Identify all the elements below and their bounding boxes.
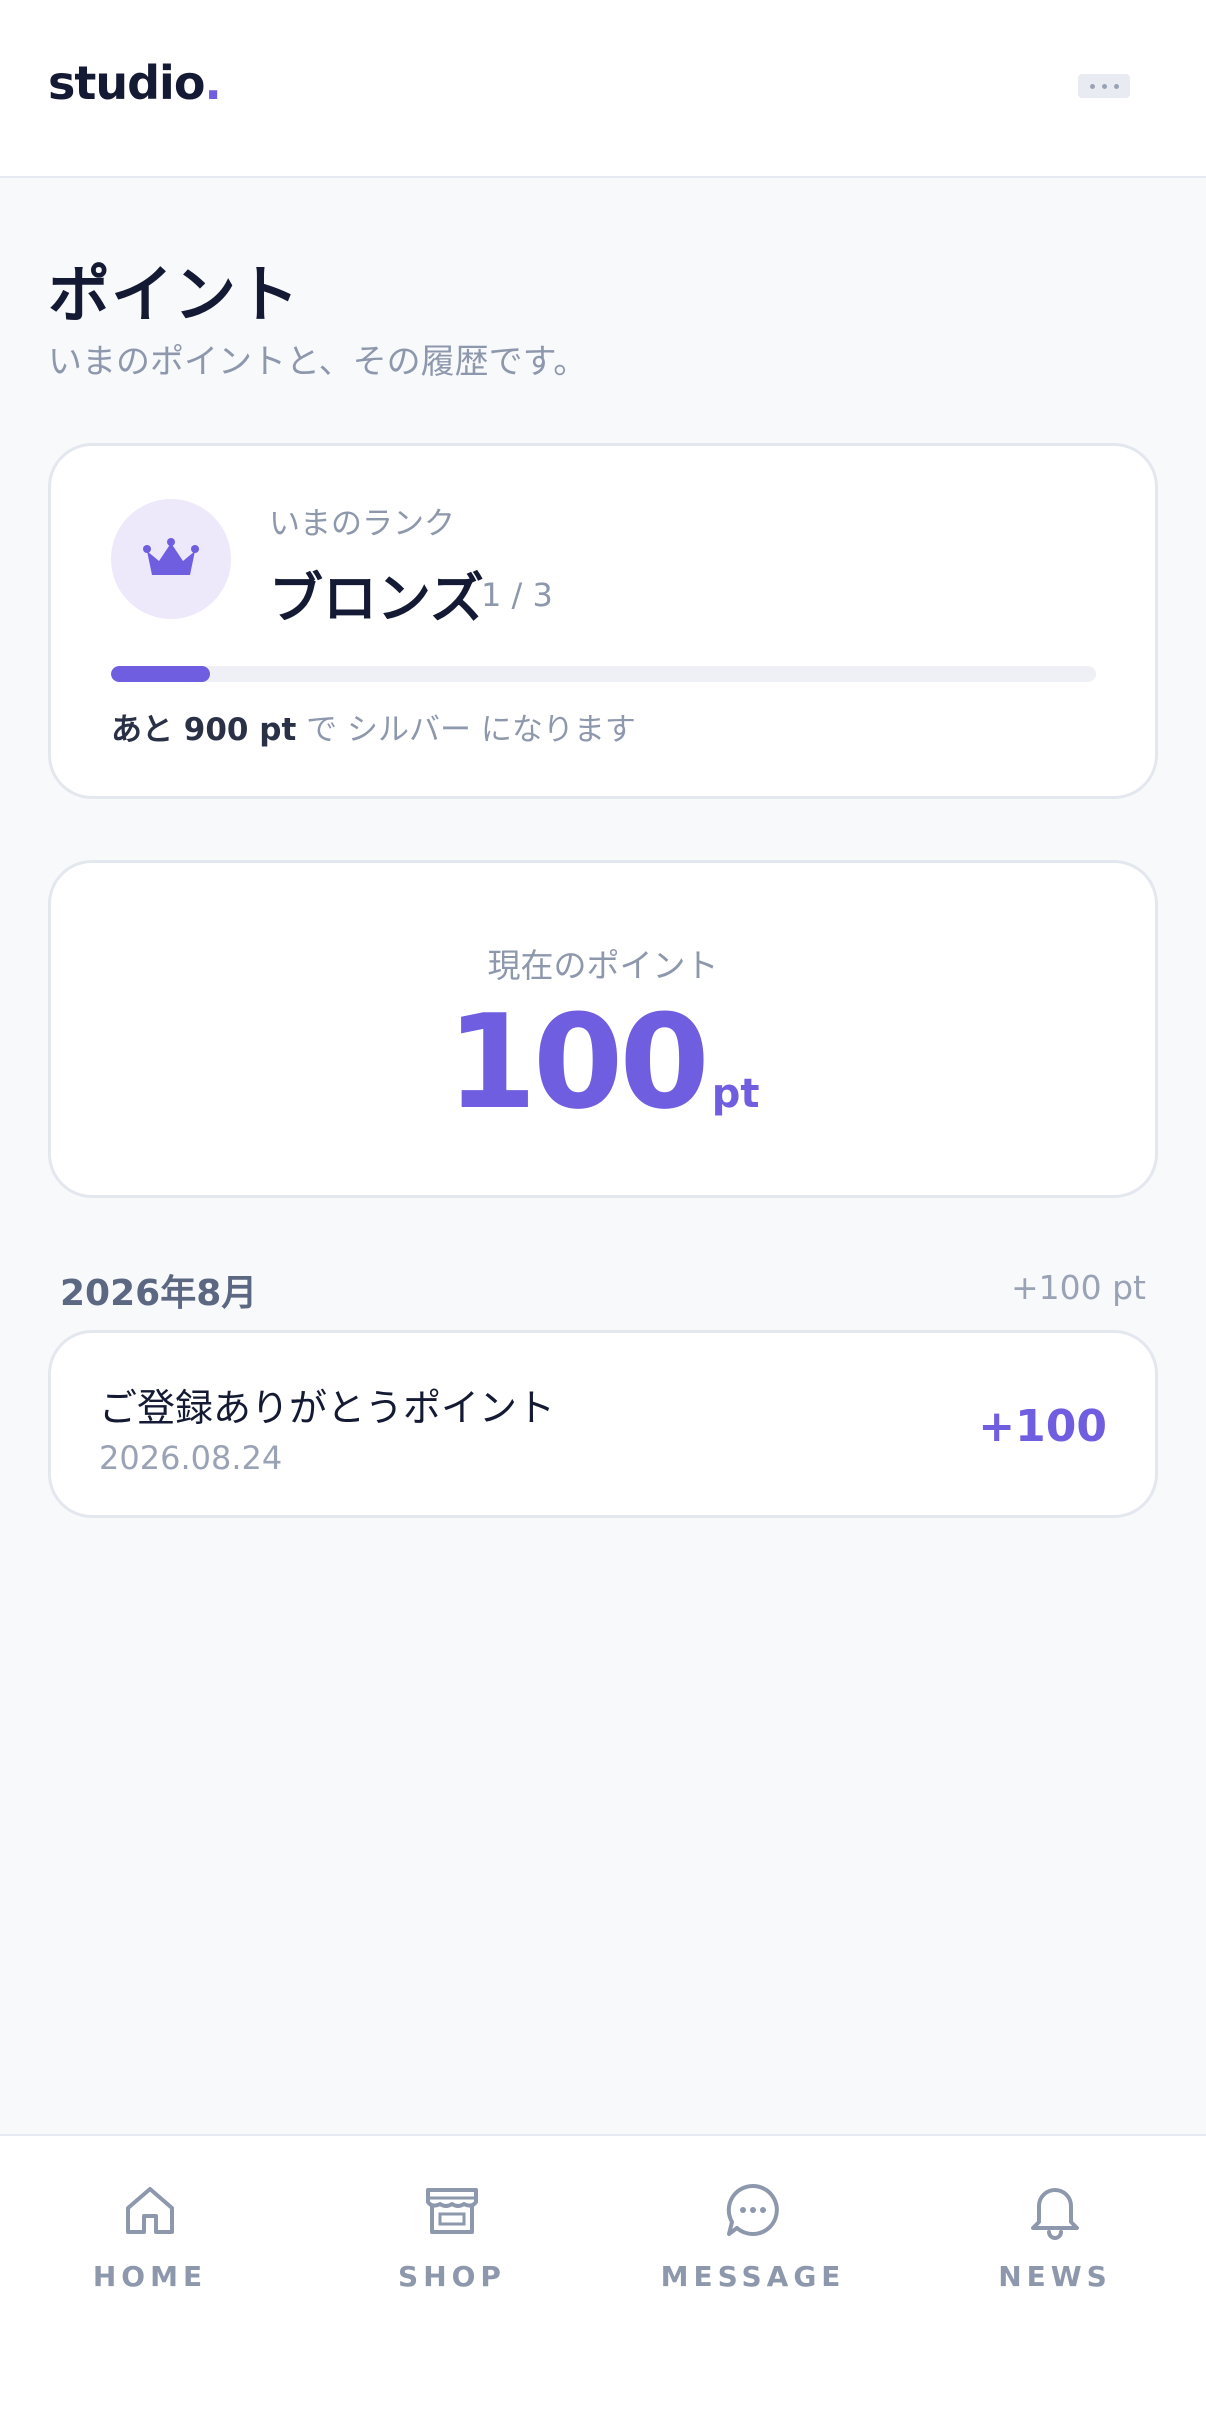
rank-card: いまのランク ブロンズ 1 / 3 あと 900 pt で シルバー になります [48,443,1158,799]
home-icon [126,2187,174,2234]
page-subtitle: いまのポイントと、その履歴です。 [48,342,588,382]
message-icon [726,2183,779,2236]
history-item-date: 2026.08.24 [99,1439,283,1477]
nav-item-news[interactable]: NEWS [905,2180,1205,2330]
rank-note-text: で シルバー になります [296,712,636,748]
bottom-nav: HOME SHOP MESSAGE NEWS [0,2134,1206,2432]
rank-label: いまのランク [269,506,455,542]
history-item[interactable]: ご登録ありがとうポイント 2026.08.24 +100 [48,1330,1158,1518]
menu-dot [1101,83,1107,89]
history-item-title: ご登録ありがとうポイント [99,1386,556,1430]
rank-progress-bar [111,666,1096,682]
bell-icon [1031,2188,1079,2240]
logo-text: studio [48,56,205,110]
rank-name: ブロンズ [269,567,484,630]
menu-dot [1113,83,1119,89]
logo[interactable]: studio. [48,56,222,110]
nav-item-shop[interactable]: SHOP [302,2180,602,2330]
logo-dot: . [204,56,222,110]
history-month-total: +100 pt [1010,1268,1146,1307]
app-header: studio. [0,0,1206,178]
app-root: studio. ポイント いまのポイントと、その履歴です。 いまのランク ブロン… [0,0,1206,2432]
nav-item-message[interactable]: MESSAGE [603,2180,903,2330]
crown-icon [111,499,231,619]
rank-progress-fill [111,666,210,682]
history-item-amount: +100 [978,1401,1107,1452]
nav-item-home[interactable]: HOME [0,2180,300,2330]
nav-label-shop: SHOP [398,2260,506,2293]
crown-icon-graphic [143,538,199,575]
points-value: 100 [446,986,709,1138]
menu-dot [1089,83,1095,89]
history-month: 2026年8月 [60,1273,258,1314]
more-dots-icon[interactable] [1078,74,1130,98]
rank-step: 1 / 3 [481,576,553,614]
shop-icon [426,2188,478,2234]
nav-label-message: MESSAGE [660,2260,846,2293]
rank-note-remaining: あと 900 pt [111,712,297,748]
page-title: ポイント [48,258,301,331]
nav-label-home: HOME [92,2260,208,2293]
points-card: 現在のポイント 100 pt [48,860,1158,1198]
points-display: 100 pt [51,997,1155,1127]
points-unit: pt [711,1071,760,1117]
points-label: 現在のポイント [487,946,719,985]
rank-note: あと 900 pt で シルバー になります [111,704,636,749]
nav-label-news: NEWS [998,2260,1112,2293]
